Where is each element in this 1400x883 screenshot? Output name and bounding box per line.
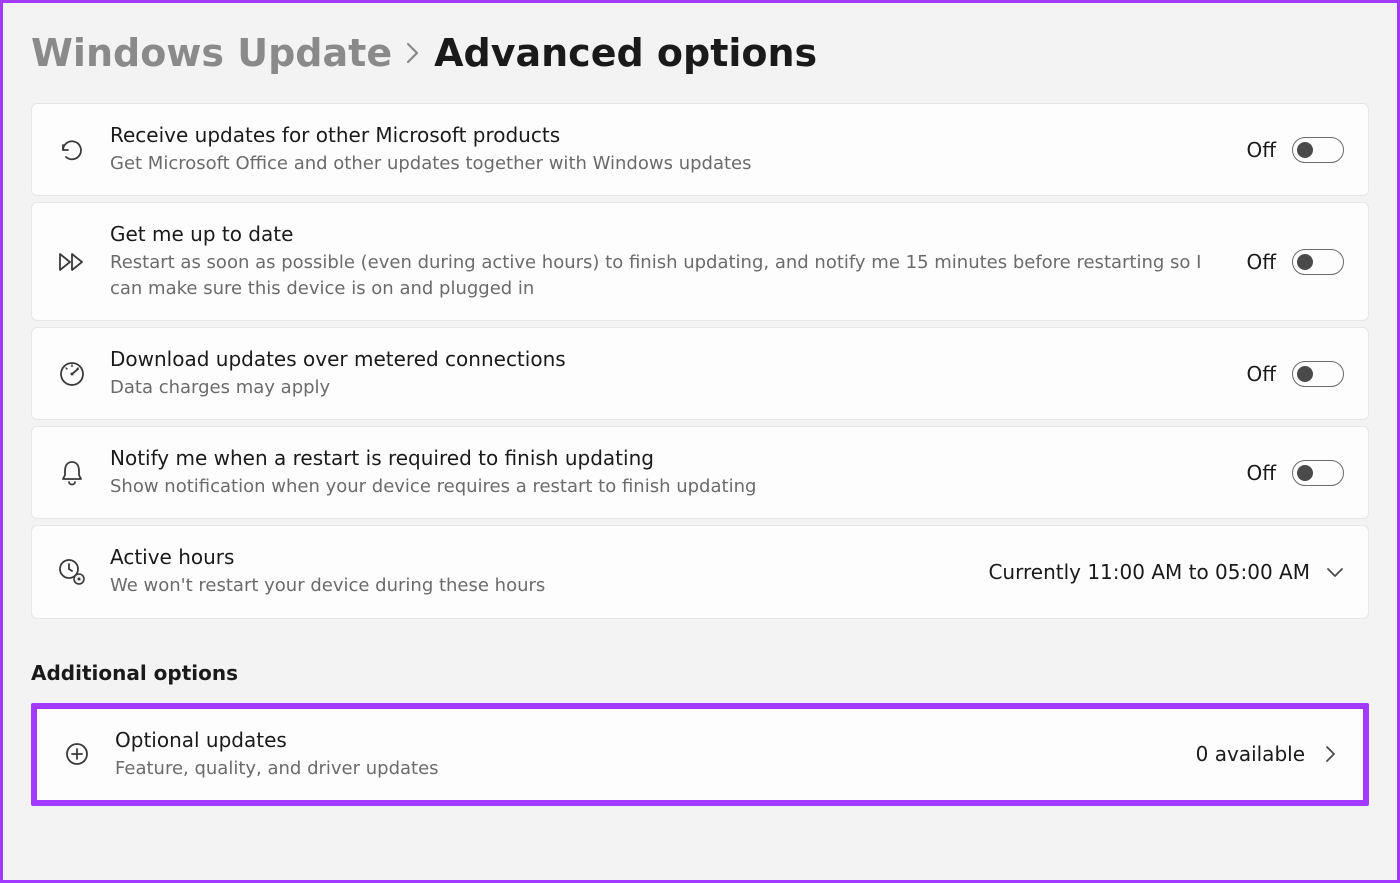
setting-description: Data charges may apply	[110, 375, 1226, 401]
chevron-right-icon	[406, 42, 420, 64]
setting-title: Optional updates	[115, 727, 1176, 754]
setting-title: Receive updates for other Microsoft prod…	[110, 122, 1226, 149]
breadcrumb: Windows Update Advanced options	[31, 31, 1369, 75]
setting-row-active-hours[interactable]: Active hours We won't restart your devic…	[31, 525, 1369, 618]
toggle-state-label: Off	[1246, 362, 1276, 386]
toggle-get-up-to-date[interactable]	[1292, 249, 1344, 275]
setting-title: Active hours	[110, 544, 968, 571]
setting-title: Download updates over metered connection…	[110, 346, 1226, 373]
toggle-state-label: Off	[1246, 138, 1276, 162]
setting-title: Get me up to date	[110, 221, 1226, 248]
gauge-icon	[56, 358, 88, 390]
setting-description: We won't restart your device during thes…	[110, 573, 968, 599]
breadcrumb-parent-link[interactable]: Windows Update	[31, 31, 392, 75]
highlight-frame: Optional updates Feature, quality, and d…	[31, 703, 1369, 806]
setting-description: Get Microsoft Office and other updates t…	[110, 151, 1226, 177]
bell-icon	[56, 457, 88, 489]
fast-forward-icon	[56, 246, 88, 278]
chevron-right-icon	[1321, 745, 1339, 763]
plus-circle-icon	[61, 738, 93, 770]
setting-row-optional-updates[interactable]: Optional updates Feature, quality, and d…	[37, 709, 1363, 800]
history-icon	[56, 134, 88, 166]
section-heading-additional: Additional options	[31, 661, 1369, 685]
optional-updates-count: 0 available	[1196, 742, 1305, 766]
setting-row-metered: Download updates over metered connection…	[31, 327, 1369, 420]
toggle-metered[interactable]	[1292, 361, 1344, 387]
setting-row-get-up-to-date: Get me up to date Restart as soon as pos…	[31, 202, 1369, 321]
setting-row-receive-updates: Receive updates for other Microsoft prod…	[31, 103, 1369, 196]
setting-description: Restart as soon as possible (even during…	[110, 250, 1226, 302]
toggle-notify-restart[interactable]	[1292, 460, 1344, 486]
page-title: Advanced options	[434, 31, 817, 75]
clock-gear-icon	[56, 556, 88, 588]
chevron-down-icon	[1326, 563, 1344, 581]
toggle-receive-updates[interactable]	[1292, 137, 1344, 163]
setting-description: Feature, quality, and driver updates	[115, 756, 1176, 782]
toggle-state-label: Off	[1246, 461, 1276, 485]
toggle-state-label: Off	[1246, 250, 1276, 274]
setting-description: Show notification when your device requi…	[110, 474, 1226, 500]
active-hours-value: Currently 11:00 AM to 05:00 AM	[988, 560, 1310, 584]
setting-row-notify-restart: Notify me when a restart is required to …	[31, 426, 1369, 519]
setting-title: Notify me when a restart is required to …	[110, 445, 1226, 472]
